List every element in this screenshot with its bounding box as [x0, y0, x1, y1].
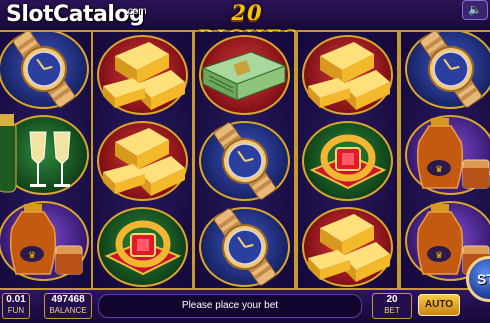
reel-2 [91, 32, 194, 288]
svg-text:♛: ♛ [28, 251, 36, 261]
symbol-cognac: ♛ [0, 198, 93, 284]
reels-area: ♛ ♛ ♛ [0, 32, 490, 288]
bet-label: BET [384, 306, 400, 315]
ring-icon [93, 204, 192, 288]
top-bar: SlotCatalog .com 20 RICHES 🔈 [0, 0, 490, 50]
symbol-money [195, 32, 294, 118]
gold-icon [298, 204, 397, 288]
watch-icon [401, 32, 490, 112]
balance-label: BALANCE [49, 306, 87, 315]
symbol-watch [0, 32, 93, 112]
money-icon [195, 32, 294, 118]
reel-3 [193, 32, 296, 288]
symbol-cognac: ♛ [401, 112, 490, 198]
watermark-suffix: .com [125, 6, 147, 17]
cognac-icon: ♛ [401, 112, 490, 198]
watermark-logo: SlotCatalog [6, 2, 145, 27]
symbol-watch [195, 204, 294, 288]
symbol-watch [195, 118, 294, 204]
symbol-champagne [0, 112, 93, 198]
symbol-ring [93, 204, 192, 288]
balance-box: 497468 BALANCE [44, 293, 92, 319]
symbol-watch [401, 32, 490, 112]
speaker-icon[interactable]: 🔈 [462, 0, 488, 20]
bet-value: 20 [386, 294, 398, 305]
symbol-gold [93, 118, 192, 204]
bet-box[interactable]: 20 BET [372, 293, 412, 319]
watch-icon [195, 204, 294, 288]
symbol-gold [298, 32, 397, 118]
champagne-icon [0, 112, 93, 198]
auto-button[interactable]: AUTO [418, 294, 460, 316]
symbol-gold [93, 32, 192, 118]
gold-icon [298, 32, 397, 118]
reel-4 [296, 32, 399, 288]
reel-5: ♛ ♛ [399, 32, 490, 288]
svg-text:♛: ♛ [435, 165, 443, 175]
gold-icon [93, 118, 192, 204]
cognac-icon: ♛ [0, 198, 93, 284]
ring-icon [298, 118, 397, 204]
coin-value: 0.01 [6, 294, 26, 305]
coin-label: FUN [7, 306, 25, 315]
bottom-bar: 0.01 FUN 497468 BALANCE Please place you… [0, 288, 490, 323]
gold-icon [93, 32, 192, 118]
slot-game: SlotCatalog .com 20 RICHES 🔈 ♛ [0, 0, 490, 323]
status-message: Please place your bet [98, 294, 362, 318]
reel-1: ♛ [0, 32, 95, 288]
coin-value-box[interactable]: 0.01 FUN [2, 293, 30, 319]
svg-text:♛: ♛ [435, 251, 443, 261]
watch-icon [195, 118, 294, 204]
symbol-gold [298, 204, 397, 288]
watch-icon [0, 32, 93, 112]
symbol-ring [298, 118, 397, 204]
balance-value: 497468 [51, 294, 85, 305]
